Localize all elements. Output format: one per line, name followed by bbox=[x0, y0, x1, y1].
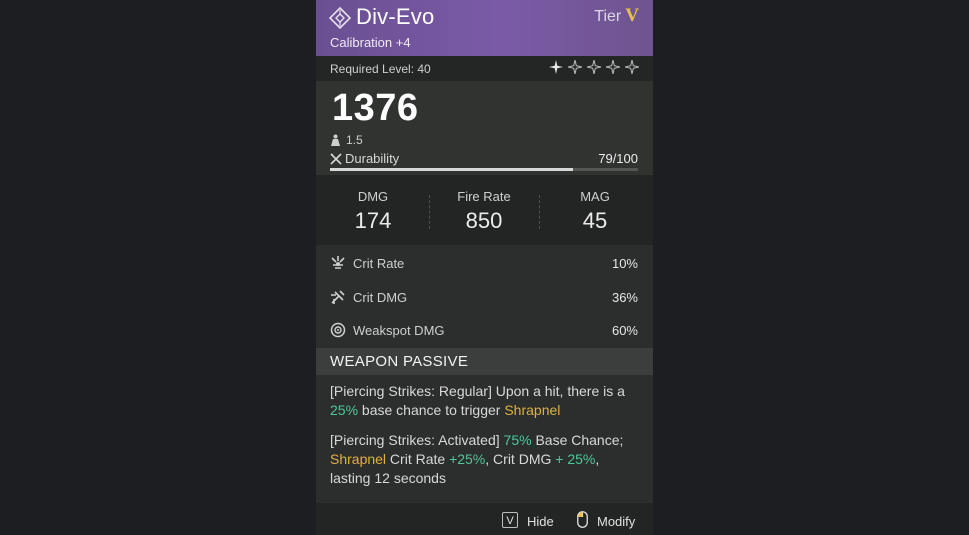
item-name: Div-Evo bbox=[356, 4, 435, 29]
stat-value: 850 bbox=[465, 208, 503, 233]
stat-dmg: DMG 174 bbox=[318, 189, 428, 234]
stat-row-crit-dmg: Crit DMG 36% bbox=[330, 287, 638, 309]
passive-chance: 75% bbox=[499, 432, 532, 448]
passive-text: Base Chance; bbox=[531, 432, 624, 448]
tier-badge: Tier V bbox=[594, 5, 639, 27]
passive-keyword: Shrapnel bbox=[330, 451, 387, 467]
stat-label: DMG bbox=[357, 189, 389, 204]
passive-text: Upon a hit, there is a bbox=[491, 383, 625, 399]
stat-value: 10% bbox=[611, 256, 638, 271]
durability-value: 79/100 bbox=[598, 151, 638, 166]
passive-regular: [Piercing Strikes: Regular] Upon a hit, … bbox=[330, 382, 642, 420]
stat-row-crit-rate: Crit Rate 10% bbox=[330, 253, 638, 275]
required-level-bar: Required Level: 40 bbox=[316, 56, 653, 81]
star-icon bbox=[625, 60, 639, 74]
stat-label: MAG bbox=[580, 189, 610, 204]
durability-icon bbox=[330, 152, 342, 165]
stat-value: 60% bbox=[611, 323, 638, 338]
crit-dmg-icon bbox=[331, 290, 345, 304]
secondary-stats: Crit Rate 10% Crit DMG 36% Weakspot DMG … bbox=[316, 245, 653, 348]
passive-bonus: + 25% bbox=[555, 451, 596, 467]
weapon-passive-heading: WEAPON PASSIVE bbox=[316, 348, 653, 375]
stat-label: Weakspot DMG bbox=[353, 323, 445, 338]
weight-icon bbox=[331, 134, 340, 146]
passive-text: , Crit DMG bbox=[485, 451, 556, 467]
star-icon bbox=[587, 60, 601, 74]
stat-label: Crit Rate bbox=[353, 256, 405, 271]
stat-fire-rate: Fire Rate 850 bbox=[429, 189, 539, 234]
modify-button[interactable]: Modify bbox=[597, 514, 635, 529]
durability-label-wrap: Durability bbox=[330, 151, 638, 166]
tier-value: V bbox=[625, 5, 639, 26]
hide-key-icon[interactable]: V bbox=[502, 512, 518, 528]
stat-value: 174 bbox=[354, 208, 392, 233]
item-header: Div-Evo Tier V Calibration +4 bbox=[316, 0, 653, 56]
durability-bar bbox=[330, 168, 638, 171]
hide-button[interactable]: Hide bbox=[527, 514, 554, 529]
passive-name: [Piercing Strikes: Activated] bbox=[330, 432, 500, 448]
power-value: 1376 bbox=[332, 87, 419, 129]
weight-value: 1.5 bbox=[346, 133, 363, 147]
durability-label: Durability bbox=[345, 151, 400, 166]
stat-value: 45 bbox=[582, 208, 608, 233]
item-tooltip: Div-Evo Tier V Calibration +4 Required Le… bbox=[316, 0, 653, 535]
star-rating bbox=[549, 60, 639, 74]
mouse-icon[interactable] bbox=[577, 511, 588, 528]
stat-label: Fire Rate bbox=[457, 189, 511, 204]
stat-label: Crit DMG bbox=[353, 290, 408, 305]
passive-bonus: +25% bbox=[449, 451, 486, 467]
weapon-passive-body: [Piercing Strikes: Regular] Upon a hit, … bbox=[316, 375, 653, 503]
star-icon bbox=[549, 60, 563, 74]
passive-chance: 25% bbox=[330, 402, 359, 418]
required-level: Required Level: 40 bbox=[330, 62, 431, 76]
section-title: WEAPON PASSIVE bbox=[330, 353, 469, 370]
tooltip-footer: V Hide Modify bbox=[316, 503, 653, 535]
passive-text: Crit Rate bbox=[386, 451, 450, 467]
passive-keyword: Shrapnel bbox=[504, 402, 561, 418]
weakspot-icon bbox=[330, 322, 346, 338]
primary-stats: DMG 174 Fire Rate 850 MAG 45 bbox=[316, 175, 653, 245]
crit-rate-icon bbox=[331, 256, 345, 269]
durability-bar-fill bbox=[330, 168, 574, 171]
power-section: 1376 1.5 Durability 79/100 bbox=[316, 81, 653, 175]
tier-label: Tier bbox=[594, 8, 622, 25]
weight-row: 1.5 bbox=[330, 133, 363, 147]
weapon-type-icon bbox=[329, 7, 351, 29]
stat-mag: MAG 45 bbox=[540, 189, 650, 234]
stat-row-weakspot-dmg: Weakspot DMG 60% bbox=[330, 320, 638, 342]
passive-activated: [Piercing Strikes: Activated] 75% Base C… bbox=[330, 431, 642, 488]
calibration-label: Calibration +4 bbox=[330, 35, 411, 50]
passive-name: [Piercing Strikes: Regular] bbox=[330, 383, 492, 399]
passive-text: base chance to trigger bbox=[358, 402, 505, 418]
stat-value: 36% bbox=[611, 290, 638, 305]
durability-row: Durability 79/100 bbox=[330, 151, 638, 166]
star-icon bbox=[606, 60, 620, 74]
star-icon bbox=[568, 60, 582, 74]
